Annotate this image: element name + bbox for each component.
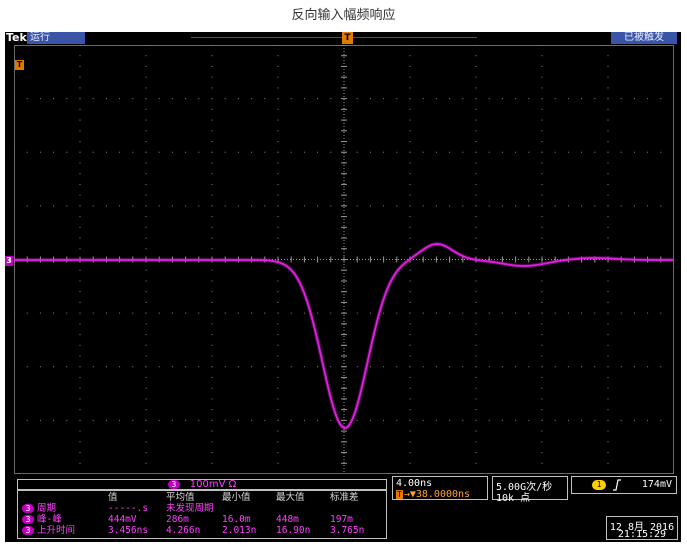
channel-scale-readout[interactable]: 3 100mV Ω — [17, 479, 387, 490]
trigger-readout[interactable]: 1 174mV — [571, 476, 677, 494]
clock-readout: 12 8月 2016 21:15:29 — [606, 516, 678, 540]
measurement-value: 444mV — [108, 514, 137, 525]
measurement-mean: 未发现周期 — [166, 503, 214, 514]
measurement-table[interactable]: 值 平均值 最小值 最大值 标准差 3 周期 -----.s 未发现周期 3 峰-峰… — [17, 490, 387, 539]
graticule: T — [14, 45, 674, 474]
measurement-max: 448m — [276, 514, 299, 525]
graticule-dots — [14, 45, 662, 464]
measurement-label: 上升时间 — [37, 525, 76, 536]
oscilloscope-screen: Tek 运行 T 已被触发 T 3 3 100mV Ω 值 平均值 最小值 最大值… — [5, 32, 681, 542]
channel-badge: 3 — [167, 480, 180, 489]
record-position-track — [191, 37, 477, 38]
brand-logo: Tek — [6, 32, 27, 44]
measurement-row-peak-to-peak: 3 峰-峰 444mV 286m 16.0m 448m 197m — [18, 515, 386, 525]
channel-coupling-symbol: Ω — [228, 479, 237, 490]
channel-badge: 3 — [22, 526, 34, 535]
measurement-mean: 4.266n — [166, 525, 201, 536]
top-status-bar: Tek 运行 T 已被触发 — [5, 32, 681, 44]
rising-edge-icon — [613, 479, 621, 491]
graticule-svg — [14, 45, 674, 474]
trigger-source-badge: 1 — [592, 480, 606, 490]
header-std: 标准差 — [330, 492, 359, 503]
page-title: 反向输入幅频响应 — [291, 8, 396, 23]
channel-badge: 3 — [22, 515, 34, 524]
channel-scale-value: 100mV — [189, 479, 226, 490]
channel-reference-marker[interactable]: 3 — [5, 256, 13, 266]
channel-badge: 3 — [22, 504, 34, 513]
clock-time: 21:15:29 — [617, 529, 667, 540]
acquisition-readout[interactable]: 5.00G次/秒 10k 点 — [492, 476, 568, 504]
measurement-header-row: 值 平均值 最小值 最大值 标准差 — [18, 493, 386, 503]
record-length: 10k 点 — [496, 493, 531, 504]
measurement-min: 16.0m — [222, 514, 251, 525]
timebase-delay: →▼38.0000ns — [403, 489, 471, 500]
timebase-readout[interactable]: 4.00ns T →▼38.0000ns — [392, 476, 488, 500]
measurement-label: 周期 — [37, 503, 57, 514]
measurement-label: 峰-峰 — [37, 514, 62, 525]
measurement-value: 3.456ns — [108, 525, 149, 536]
trigger-level: 174mV — [641, 479, 672, 490]
header-max: 最大值 — [276, 492, 305, 503]
measurement-min: 2.013n — [222, 525, 257, 536]
header-value: 值 — [108, 492, 118, 503]
header-min: 最小值 — [222, 492, 251, 503]
trigger-position-marker[interactable]: T — [342, 32, 353, 44]
trigger-level-marker[interactable]: T — [15, 60, 24, 70]
measurement-value: -----.s — [108, 503, 149, 514]
header-mean: 平均值 — [166, 492, 195, 503]
measurement-std: 197m — [330, 514, 353, 525]
trigger-marker-icon: T — [396, 490, 403, 499]
timebase-scale: 4.00ns — [396, 478, 433, 489]
measurement-mean: 286m — [166, 514, 189, 525]
run-status-indicator[interactable]: 运行 — [27, 32, 85, 44]
measurement-std: 3.765n — [330, 525, 365, 536]
measurement-row-rise-time: 3 上升时间 3.456ns 4.266n 2.013n 16.90n 3.765… — [18, 526, 386, 536]
measurement-max: 16.90n — [276, 525, 311, 536]
measurement-row-period: 3 周期 -----.s 未发现周期 — [18, 504, 386, 514]
trigger-state-indicator: 已被触发 — [611, 32, 677, 44]
